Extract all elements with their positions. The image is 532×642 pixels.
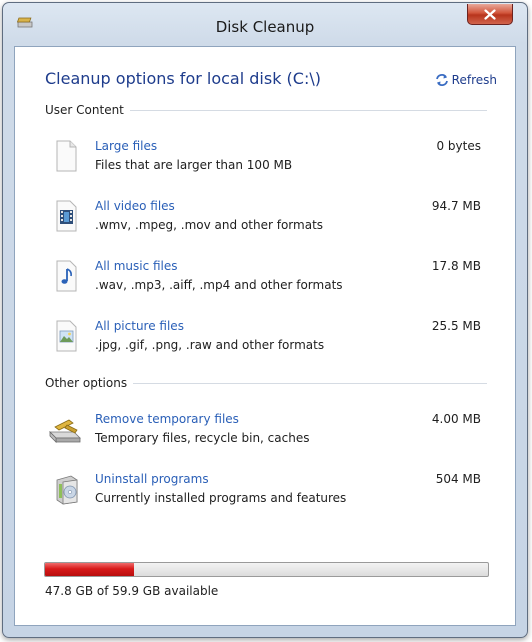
picture-files-link[interactable]: All picture files xyxy=(95,319,184,333)
uninstall-programs-link[interactable]: Uninstall programs xyxy=(95,472,209,486)
section-label: Other options xyxy=(45,376,128,390)
disk-cleanup-icon xyxy=(49,419,81,443)
list-item-video-files: All video files .wmv, .mpeg, .mov and ot… xyxy=(45,199,487,243)
programs-installer-icon xyxy=(56,475,78,505)
item-size: 94.7 MB xyxy=(431,199,481,213)
item-size: 17.8 MB xyxy=(431,259,481,273)
divider xyxy=(129,109,487,111)
remove-temporary-files-link[interactable]: Remove temporary files xyxy=(95,412,239,426)
list-item-large-files: Large files Files that are larger than 1… xyxy=(45,139,487,183)
list-item-picture-files: All picture files .jpg, .gif, .png, .raw… xyxy=(45,319,487,363)
large-files-link[interactable]: Large files xyxy=(95,139,157,153)
item-description: Files that are larger than 100 MB xyxy=(95,158,293,172)
video-file-icon xyxy=(56,200,77,232)
item-size: 4.00 MB xyxy=(431,412,481,426)
window-title: Disk Cleanup xyxy=(215,18,315,36)
disk-usage-bar xyxy=(44,562,489,577)
picture-file-icon xyxy=(56,320,77,352)
item-description: Currently installed programs and feature… xyxy=(95,491,347,505)
music-file-icon xyxy=(56,260,77,292)
item-size: 504 MB xyxy=(435,472,481,486)
page-title: Cleanup options for local disk (C:\) xyxy=(45,69,321,88)
item-description: Temporary files, recycle bin, caches xyxy=(95,431,310,445)
close-icon xyxy=(484,8,496,20)
section-other-options: Other options xyxy=(45,376,487,390)
available-space-text: 47.8 GB of 59.9 GB available xyxy=(45,584,219,598)
divider xyxy=(133,382,487,384)
item-size: 25.5 MB xyxy=(431,319,481,333)
refresh-label: Refresh xyxy=(451,73,497,87)
item-description: .jpg, .gif, .png, .raw and other formats xyxy=(95,338,325,352)
list-item-temporary-files: Remove temporary files Temporary files, … xyxy=(45,412,487,456)
blank-document-icon xyxy=(56,140,77,172)
section-user-content: User Content xyxy=(45,103,487,117)
title-bar[interactable]: Disk Cleanup xyxy=(3,3,527,39)
content-panel: Cleanup options for local disk (C:\) Ref… xyxy=(14,46,516,626)
item-description: .wav, .mp3, .aiff, .mp4 and other format… xyxy=(95,278,343,292)
refresh-link[interactable]: Refresh xyxy=(435,73,497,87)
disk-usage-fill xyxy=(45,563,135,576)
refresh-icon xyxy=(435,74,448,86)
disk-cleanup-window: Disk Cleanup Cleanup options for local d… xyxy=(2,2,528,638)
item-size: 0 bytes xyxy=(436,139,481,153)
item-description: .wmv, .mpeg, .mov and other formats xyxy=(95,218,324,232)
section-label: User Content xyxy=(45,103,124,117)
music-files-link[interactable]: All music files xyxy=(95,259,178,273)
list-item-uninstall-programs: Uninstall programs Currently installed p… xyxy=(45,472,487,516)
video-files-link[interactable]: All video files xyxy=(95,199,175,213)
list-item-music-files: All music files .wav, .mp3, .aiff, .mp4 … xyxy=(45,259,487,303)
close-button[interactable] xyxy=(467,4,513,25)
